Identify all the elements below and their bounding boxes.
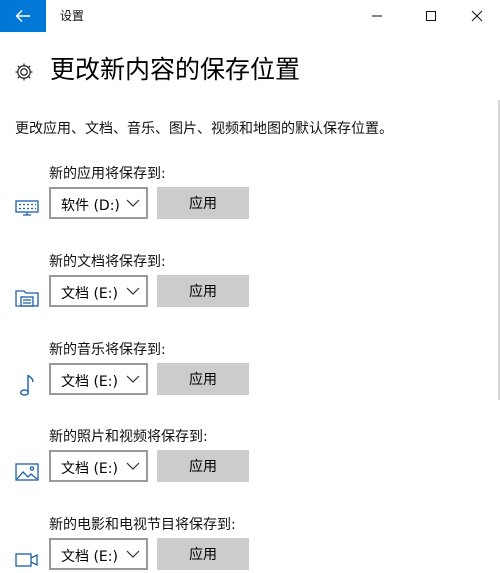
apply-button[interactable]: 应用 <box>157 363 249 395</box>
chevron-down-icon <box>126 199 140 207</box>
drive-select[interactable]: 文档 (E:) <box>49 363 148 395</box>
section-label: 新的电影和电视节目将保存到: <box>49 517 236 533</box>
chevron-down-icon <box>126 375 140 383</box>
page-title: 更改新内容的保存位置 <box>50 55 301 84</box>
page-description: 更改应用、文档、音乐、图片、视频和地图的默认保存位置。 <box>15 121 393 137</box>
music-note-icon <box>19 374 34 396</box>
chevron-down-icon <box>126 550 140 558</box>
apply-button[interactable]: 应用 <box>157 538 249 570</box>
chevron-down-icon <box>126 462 140 470</box>
section-label: 新的照片和视频将保存到: <box>49 429 208 445</box>
section-label: 新的文档将保存到: <box>49 254 166 270</box>
drive-select-value: 文档 (E:) <box>61 374 118 390</box>
drive-select-value: 文档 (E:) <box>61 461 118 477</box>
section-label: 新的应用将保存到: <box>49 166 166 182</box>
drive-select[interactable]: 文档 (E:) <box>49 538 148 570</box>
maximize-button[interactable] <box>408 0 454 32</box>
documents-folder-icon <box>15 290 39 307</box>
drive-select-value: 软件 (D:) <box>61 198 120 214</box>
drive-select[interactable]: 软件 (D:) <box>49 187 148 219</box>
drive-select[interactable]: 文档 (E:) <box>49 275 148 307</box>
minimize-icon <box>372 15 382 17</box>
back-arrow-icon <box>15 10 30 22</box>
chevron-down-icon <box>126 287 140 295</box>
drive-select[interactable]: 文档 (E:) <box>49 450 148 482</box>
drive-select-value: 文档 (E:) <box>61 286 118 302</box>
title-bar: 设置 <box>0 0 500 32</box>
close-button[interactable] <box>454 0 500 32</box>
video-camera-icon <box>15 553 38 567</box>
drive-select-value: 文档 (E:) <box>61 549 118 565</box>
picture-icon <box>15 463 39 481</box>
app-title: 设置 <box>60 9 85 23</box>
close-icon <box>471 10 483 22</box>
gear-icon <box>15 63 33 81</box>
apply-button[interactable]: 应用 <box>157 187 249 219</box>
back-button[interactable] <box>0 0 46 32</box>
minimize-button[interactable] <box>354 0 400 32</box>
maximize-icon <box>426 11 436 21</box>
monitor-icon <box>15 200 39 216</box>
section-label: 新的音乐将保存到: <box>49 342 166 358</box>
apply-button[interactable]: 应用 <box>157 275 249 307</box>
apply-button[interactable]: 应用 <box>157 450 249 482</box>
